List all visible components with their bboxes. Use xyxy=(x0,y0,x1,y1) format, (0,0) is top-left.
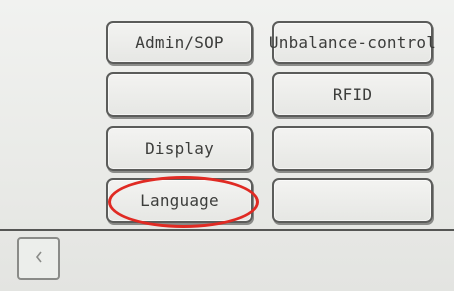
language-button[interactable]: Language xyxy=(106,178,253,223)
empty-menu-button-left-2[interactable] xyxy=(106,72,253,117)
admin-sop-label: Admin/SOP xyxy=(135,33,224,52)
empty-menu-button-right-4[interactable] xyxy=(272,178,433,223)
footer-divider xyxy=(0,229,454,231)
unbalance-control-button[interactable]: Unbalance-control xyxy=(268,21,437,64)
chevron-left-icon xyxy=(33,249,45,269)
empty-menu-button-right-3[interactable] xyxy=(272,126,433,171)
rfid-label: RFID xyxy=(332,85,373,104)
touch-screen: Admin/SOP Display Language Unbalance-con… xyxy=(0,0,454,291)
admin-sop-button[interactable]: Admin/SOP xyxy=(106,21,253,64)
display-button[interactable]: Display xyxy=(106,126,253,171)
unbalance-control-label: Unbalance-control xyxy=(268,33,437,52)
display-label: Display xyxy=(145,139,214,158)
back-button[interactable] xyxy=(17,237,60,280)
rfid-button[interactable]: RFID xyxy=(272,72,433,117)
language-label: Language xyxy=(140,191,219,210)
